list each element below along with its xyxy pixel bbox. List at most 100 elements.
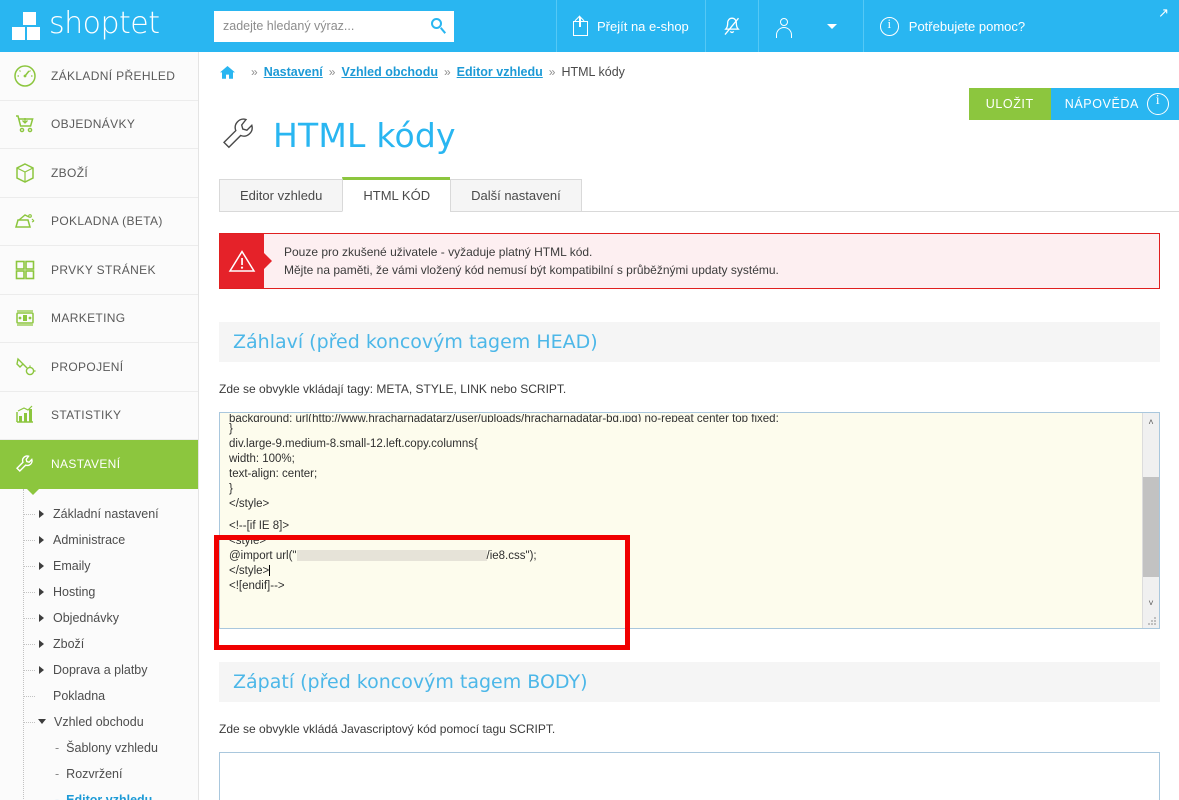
shoptet-blocks-logo-icon [12,11,46,41]
sidebar-subitem-zbozi[interactable]: Zboží [0,631,198,657]
export-icon [573,15,588,36]
bar-chart-icon [12,402,38,428]
sidebar-subitem-rozvrzeni[interactable]: - Rozvržení [0,761,198,787]
textarea-resize-handle[interactable] [1148,617,1157,626]
action-bar: ULOŽIT NÁPOVĚDA [968,88,1179,120]
sidebar-subitem-zakladni-nastaveni[interactable]: Základní nastavení [0,501,198,527]
tab-html-kod[interactable]: HTML KÓD [342,177,451,212]
need-help-button[interactable]: Potřebujete pomoc? ↗ [862,0,1179,52]
triangle-right-icon [39,639,44,648]
wrench-icon [219,114,259,156]
scrollbar-down-button[interactable]: ˅ [1143,594,1159,611]
save-button[interactable]: ULOŽIT [968,88,1051,120]
sidebar-subitem-vzhled-obchodu[interactable]: Vzhled obchodu [0,709,198,735]
app-logo[interactable]: shoptet [0,0,199,52]
code-visible-lines: } div.large-9.medium-8.small-12.left.cop… [229,423,478,510]
sidebar-subitem-administrace[interactable]: Administrace [0,527,198,553]
user-menu-button[interactable] [757,0,863,52]
sidebar-item-nastaveni[interactable]: NASTAVENÍ [0,440,198,494]
code-line-import-prefix: @import url(" [229,550,297,563]
head-code-textarea[interactable]: background: url(http://www.hracharnadata… [219,412,1160,629]
warning-alert-text: Pouze pro zkušené uživatele - vyžaduje p… [264,234,779,288]
cash-register-icon [12,208,38,234]
breadcrumb-separator: » [328,65,336,79]
warning-alert-line1: Pouze pro zkušené uživatele - vyžaduje p… [284,245,593,259]
dash-icon: - [55,792,60,800]
settings-submenu: Základní nastavení Administrace Emaily H… [0,488,198,800]
triangle-right-icon [39,509,44,518]
code-clipped-line: background: url(http://www.hracharnadata… [229,414,779,422]
goto-eshop-label: Přejít na e-shop [597,18,689,34]
info-circle-icon [1147,93,1169,115]
dash-icon: - [55,740,60,755]
sidebar-subitem-label: Vzhled obchodu [54,714,144,729]
search-icon[interactable] [431,17,448,35]
sidebar-subitem-objednavky[interactable]: Objednávky [0,605,198,631]
code-line-style-open: <style> [229,535,267,548]
warning-alert: Pouze pro zkušené uživatele - vyžaduje p… [219,233,1160,289]
section-description-body: Zde se obvykle vkládá Javascriptový kód … [219,722,556,736]
main-content: » Nastavení » Vzhled obchodu » Editor vz… [200,52,1179,800]
search-input[interactable] [223,19,431,33]
chevron-down-icon [826,23,837,29]
page-title-text: HTML kódy [273,115,456,155]
box-icon [12,160,38,186]
sidebar-subitem-sablony-vzhledu[interactable]: - Šablony vzhledu [0,735,198,761]
breadcrumb-link-vzhled-obchodu[interactable]: Vzhled obchodu [341,65,438,79]
need-help-label: Potřebujete pomoc? [908,18,1026,34]
code-line-endif: <![endif]--> [229,580,285,593]
breadcrumb-separator: » [548,65,556,79]
dash-icon: - [55,766,60,781]
redacted-url [296,550,487,562]
breadcrumb-link-nastaveni[interactable]: Nastavení [264,65,323,79]
triangle-right-icon [39,561,44,570]
scrollbar-thumb[interactable] [1143,477,1159,577]
main-navigation: ZÁKLADNÍ PŘEHLED OBJEDNÁVKY ZBOŽÍ POKLAD… [0,52,198,494]
sidebar-item-zakladni-prehled[interactable]: ZÁKLADNÍ PŘEHLED [0,52,198,101]
plug-icon [12,354,38,380]
info-circle-icon [879,16,899,36]
gauge-icon [12,63,38,89]
sidebar-subitem-emaily[interactable]: Emaily [0,553,198,579]
sidebar-item-label: MARKETING [51,311,126,326]
tab-dalsi-nastaveni[interactable]: Další nastavení [450,179,582,212]
section-description-head: Zde se obvykle vkládají tagy: META, STYL… [219,382,567,396]
help-button[interactable]: NÁPOVĚDA [1050,88,1179,120]
sidebar-subitem-doprava-a-platby[interactable]: Doprava a platby [0,657,198,683]
sidebar-item-zbozi[interactable]: ZBOŽÍ [0,149,198,198]
sidebar-subitem-label: Pokladna [53,688,106,703]
body-code-textarea[interactable] [219,752,1160,800]
sidebar-subitem-hosting[interactable]: Hosting [0,579,198,605]
breadcrumb-link-editor-vzhledu[interactable]: Editor vzhledu [457,65,543,79]
goto-eshop-button[interactable]: Přejít na e-shop [556,0,705,52]
sidebar-item-statistiky[interactable]: STATISTIKY [0,392,198,440]
sidebar-item-pokladna[interactable]: POKLADNA (BETA) [0,198,198,246]
sidebar-item-label: POKLADNA (BETA) [51,214,163,229]
sidebar-item-marketing[interactable]: MARKETING [0,295,198,343]
triangle-right-icon [39,587,44,596]
home-icon[interactable] [219,65,236,80]
code-line-style-close: </style> [229,565,270,578]
sidebar-item-label: STATISTIKY [51,408,122,423]
sidebar-item-prvky-stranek[interactable]: PRVKY STRÁNEK [0,246,198,295]
sidebar-item-label: PRVKY STRÁNEK [51,262,156,277]
grid-icon [12,257,38,283]
sidebar-item-objednavky[interactable]: OBJEDNÁVKY [0,101,198,149]
textarea-scrollbar[interactable]: ˄ ˅ [1142,413,1159,628]
sidebar-subitem-label: Zboží [53,636,85,651]
logo-wordmark: shoptet [49,6,160,41]
sidebar-subitem-pokladna[interactable]: Pokladna [0,683,198,709]
sidebar-subitem-label: Rozvržení [66,766,123,781]
notifications-button[interactable] [704,0,758,52]
tab-editor-vzhledu[interactable]: Editor vzhledu [219,179,343,212]
triangle-down-icon [38,719,46,724]
wrench-icon [12,451,38,477]
warning-triangle-icon [220,234,272,288]
scrollbar-up-button[interactable]: ˄ [1143,413,1159,430]
sidebar-subitem-label: Základní nastavení [53,506,159,521]
code-line-if-ie8: <!--[if IE 8]> [229,520,290,533]
search-box[interactable] [214,10,454,42]
sidebar-item-label: NASTAVENÍ [51,456,121,471]
sidebar-item-propojeni[interactable]: PROPOJENÍ [0,343,198,392]
sidebar-subitem-editor-vzhledu[interactable]: - Editor vzhledu [0,787,198,800]
